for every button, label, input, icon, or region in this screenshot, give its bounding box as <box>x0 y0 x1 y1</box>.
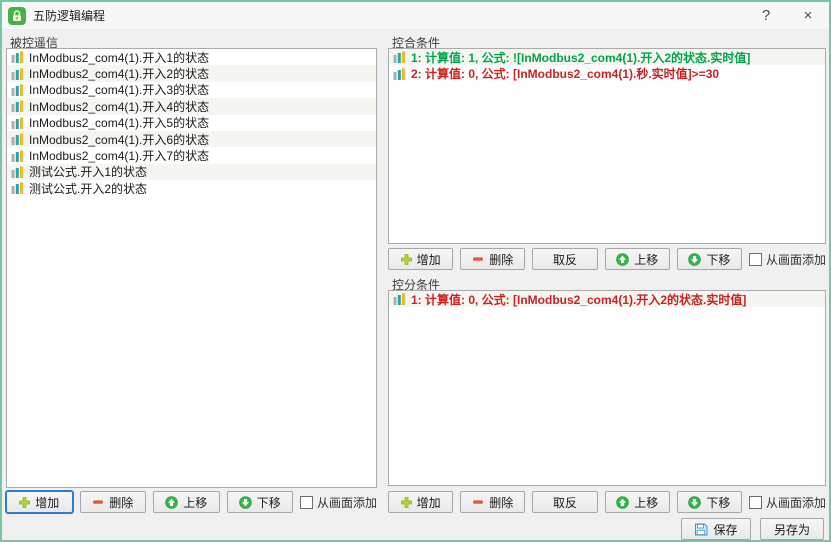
plus-icon <box>401 497 412 508</box>
list-item-label: InModbus2_com4(1).开入3的状态 <box>29 81 209 98</box>
open-add-button[interactable]: 增加 <box>388 491 453 513</box>
telemetry-bars-icon <box>11 133 24 145</box>
window-title: 五防逻辑编程 <box>33 7 745 24</box>
help-button[interactable]: ? <box>745 2 787 29</box>
footer-button-row: 保存 另存为 <box>681 518 824 540</box>
telemetry-from-screen-checkbox[interactable]: 从画面添加 <box>300 494 377 511</box>
close-invert-button[interactable]: 取反 <box>532 248 597 270</box>
arrow-down-icon <box>239 496 252 509</box>
close-down-button[interactable]: 下移 <box>677 248 742 270</box>
save-as-button[interactable]: 另存为 <box>760 518 824 540</box>
minus-icon <box>472 496 484 508</box>
telemetry-delete-button[interactable]: 删除 <box>80 491 147 513</box>
list-item-label: InModbus2_com4(1).开入4的状态 <box>29 98 209 115</box>
open-down-button[interactable]: 下移 <box>677 491 742 513</box>
list-item[interactable]: InModbus2_com4(1).开入1的状态 <box>7 49 376 65</box>
condition-row[interactable]: 1: 计算值: 0, 公式: [InModbus2_com4(1).开入2的状态… <box>389 291 825 307</box>
checkbox-box[interactable] <box>749 253 762 266</box>
telemetry-bars-icon <box>393 68 406 80</box>
open-invert-button[interactable]: 取反 <box>532 491 597 513</box>
telemetry-up-button[interactable]: 上移 <box>153 491 220 513</box>
arrow-down-icon <box>688 253 701 266</box>
close-add-button[interactable]: 增加 <box>388 248 453 270</box>
list-item[interactable]: 测试公式.开入1的状态 <box>7 164 376 180</box>
arrow-up-icon <box>616 253 629 266</box>
telemetry-down-button[interactable]: 下移 <box>227 491 294 513</box>
app-lock-icon <box>8 7 26 25</box>
minus-icon <box>92 496 104 508</box>
arrow-down-icon <box>688 496 701 509</box>
checkbox-box[interactable] <box>300 496 313 509</box>
list-item[interactable]: InModbus2_com4(1).开入2的状态 <box>7 65 376 81</box>
condition-text: 2: 计算值: 0, 公式: [InModbus2_com4(1).秒.实时值]… <box>411 65 719 82</box>
list-item-label: InModbus2_com4(1).开入2的状态 <box>29 65 209 82</box>
plus-icon <box>19 497 30 508</box>
list-item-label: 测试公式.开入1的状态 <box>29 163 147 180</box>
telemetry-bars-icon <box>393 51 406 63</box>
list-item[interactable]: InModbus2_com4(1).开入6的状态 <box>7 131 376 147</box>
open-from-screen-checkbox[interactable]: 从画面添加 <box>749 494 826 511</box>
close-button[interactable]: × <box>787 2 829 29</box>
telemetry-bars-icon <box>11 100 24 112</box>
list-item[interactable]: InModbus2_com4(1).开入3的状态 <box>7 82 376 98</box>
list-item-label: 测试公式.开入2的状态 <box>29 180 147 197</box>
list-item[interactable]: InModbus2_com4(1).开入5的状态 <box>7 115 376 131</box>
condition-text: 1: 计算值: 0, 公式: [InModbus2_com4(1).开入2的状态… <box>411 291 746 308</box>
telemetry-bars-icon <box>11 51 24 63</box>
five-prevention-logic-dialog: 五防逻辑编程 ? × 被控遥信 InModbus2_com4(1).开入1的状态… <box>0 0 831 542</box>
list-item-label: InModbus2_com4(1).开入6的状态 <box>29 131 209 148</box>
arrow-up-icon <box>165 496 178 509</box>
telemetry-add-button[interactable]: 增加 <box>6 491 73 513</box>
plus-icon <box>401 254 412 265</box>
arrow-up-icon <box>616 496 629 509</box>
close-conditions-button-row: 增加 删除 取反 上移 下移 从画面添加 <box>388 248 826 270</box>
list-item[interactable]: InModbus2_com4(1).开入4的状态 <box>7 98 376 114</box>
telemetry-bars-icon <box>393 293 406 305</box>
telemetry-bars-icon <box>11 68 24 80</box>
close-delete-button[interactable]: 删除 <box>460 248 525 270</box>
telemetry-bars-icon <box>11 117 24 129</box>
open-delete-button[interactable]: 删除 <box>460 491 525 513</box>
list-item-label: InModbus2_com4(1).开入5的状态 <box>29 114 209 131</box>
telemetry-button-row: 增加 删除 上移 下移 从画面添加 <box>6 491 377 513</box>
save-button[interactable]: 保存 <box>681 518 751 540</box>
checkbox-box[interactable] <box>749 496 762 509</box>
open-conditions-list[interactable]: 1: 计算值: 0, 公式: [InModbus2_com4(1).开入2的状态… <box>388 290 826 486</box>
title-bar: 五防逻辑编程 ? × <box>2 2 829 30</box>
telemetry-bars-icon <box>11 182 24 194</box>
list-item-label: InModbus2_com4(1).开入1的状态 <box>29 49 209 66</box>
list-item[interactable]: 测试公式.开入2的状态 <box>7 180 376 196</box>
condition-text: 1: 计算值: 1, 公式: ![InModbus2_com4(1).开入2的状… <box>411 49 750 66</box>
telemetry-bars-icon <box>11 84 24 96</box>
close-from-screen-checkbox[interactable]: 从画面添加 <box>749 251 826 268</box>
telemetry-bars-icon <box>11 150 24 162</box>
open-conditions-button-row: 增加 删除 取反 上移 下移 从画面添加 <box>388 491 826 513</box>
close-conditions-list[interactable]: 1: 计算值: 1, 公式: ![InModbus2_com4(1).开入2的状… <box>388 48 826 244</box>
list-item[interactable]: InModbus2_com4(1).开入7的状态 <box>7 147 376 163</box>
telemetry-list[interactable]: InModbus2_com4(1).开入1的状态InModbus2_com4(1… <box>6 48 377 488</box>
telemetry-bars-icon <box>11 166 24 178</box>
list-item-label: InModbus2_com4(1).开入7的状态 <box>29 147 209 164</box>
condition-row[interactable]: 1: 计算值: 1, 公式: ![InModbus2_com4(1).开入2的状… <box>389 49 825 65</box>
minus-icon <box>472 253 484 265</box>
open-up-button[interactable]: 上移 <box>605 491 670 513</box>
save-floppy-icon <box>694 523 708 536</box>
condition-row[interactable]: 2: 计算值: 0, 公式: [InModbus2_com4(1).秒.实时值]… <box>389 65 825 81</box>
close-up-button[interactable]: 上移 <box>605 248 670 270</box>
